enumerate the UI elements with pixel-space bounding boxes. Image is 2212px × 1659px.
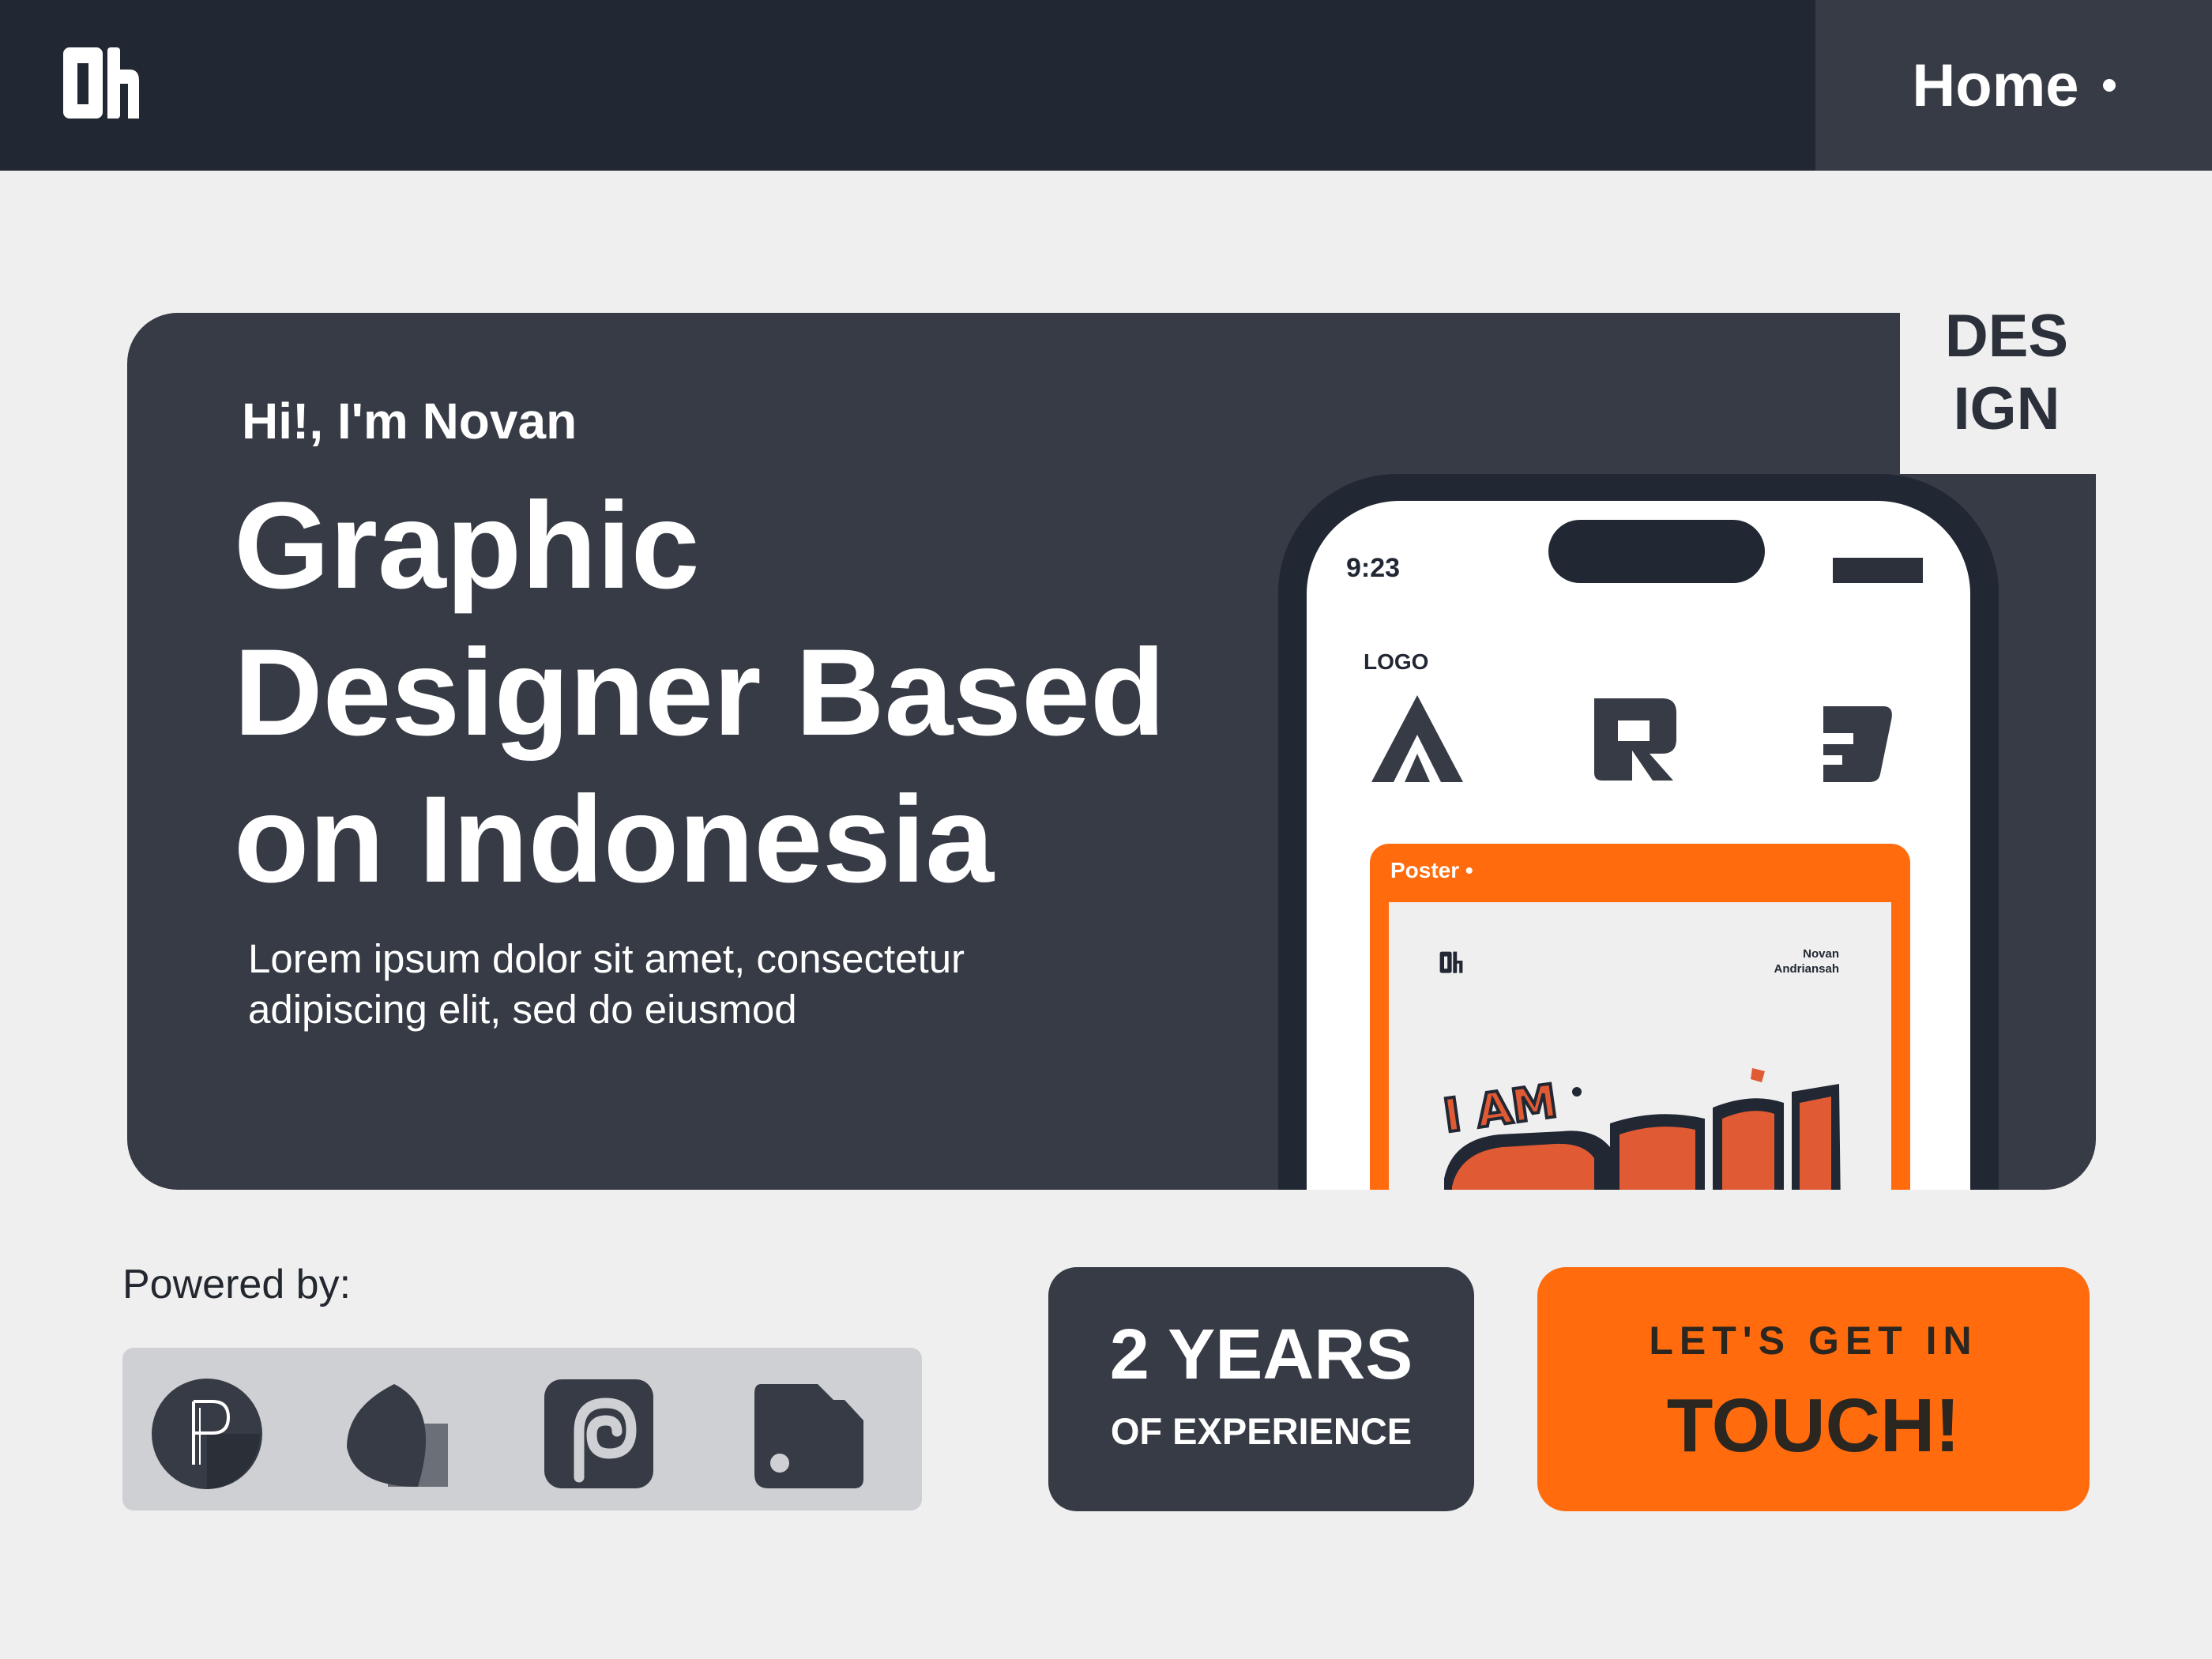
- hero-desc-line2: adipiscing elit, sed do eiusmod: [248, 987, 797, 1032]
- tool-tag-icon[interactable]: [751, 1376, 867, 1492]
- nav-active-dot: [2102, 79, 2116, 92]
- experience-years: 2 YEARS: [1109, 1315, 1413, 1394]
- pixellab-icon[interactable]: [149, 1376, 265, 1492]
- design-tag-line1: DES: [1944, 303, 2069, 370]
- powered-by-tools: [122, 1348, 922, 1510]
- get-in-touch-button[interactable]: LET'S GET IN TOUCH!: [1537, 1267, 2090, 1511]
- hero-title: Graphic Designer Based on Indonesia: [234, 472, 1261, 913]
- cta-main-label: TOUCH!: [1666, 1383, 1961, 1468]
- hero-title-line3: on Indonesia: [234, 771, 995, 908]
- hero-desc-line1: Lorem ipsum dolor sit amet, consectetur: [248, 936, 965, 981]
- infinite-design-icon[interactable]: [339, 1376, 454, 1492]
- nav-home-label: Home: [1912, 51, 2079, 119]
- design-tag: DES IGN: [1900, 300, 2113, 446]
- experience-card: 2 YEARS OF EXPERIENCE: [1048, 1267, 1474, 1511]
- hero-description: Lorem ipsum dolor sit amet, consectetur …: [248, 934, 1275, 1035]
- hero-title-line1: Graphic: [234, 477, 700, 615]
- powered-by-label: Powered by:: [122, 1262, 352, 1307]
- experience-subtitle: OF EXPERIENCE: [1110, 1410, 1413, 1452]
- brand-logo-icon[interactable]: [62, 46, 141, 125]
- cta-top-label: LET'S GET IN: [1649, 1319, 1978, 1363]
- procreate-icon[interactable]: [541, 1376, 656, 1492]
- hero-title-line2: Designer Based: [234, 624, 1166, 762]
- nav-home-link[interactable]: Home: [1815, 0, 2212, 171]
- design-tag-line2: IGN: [1953, 375, 2060, 442]
- hero-greeting: Hi!, I'm Novan: [242, 393, 577, 450]
- top-navigation-bar: Home: [0, 0, 2212, 171]
